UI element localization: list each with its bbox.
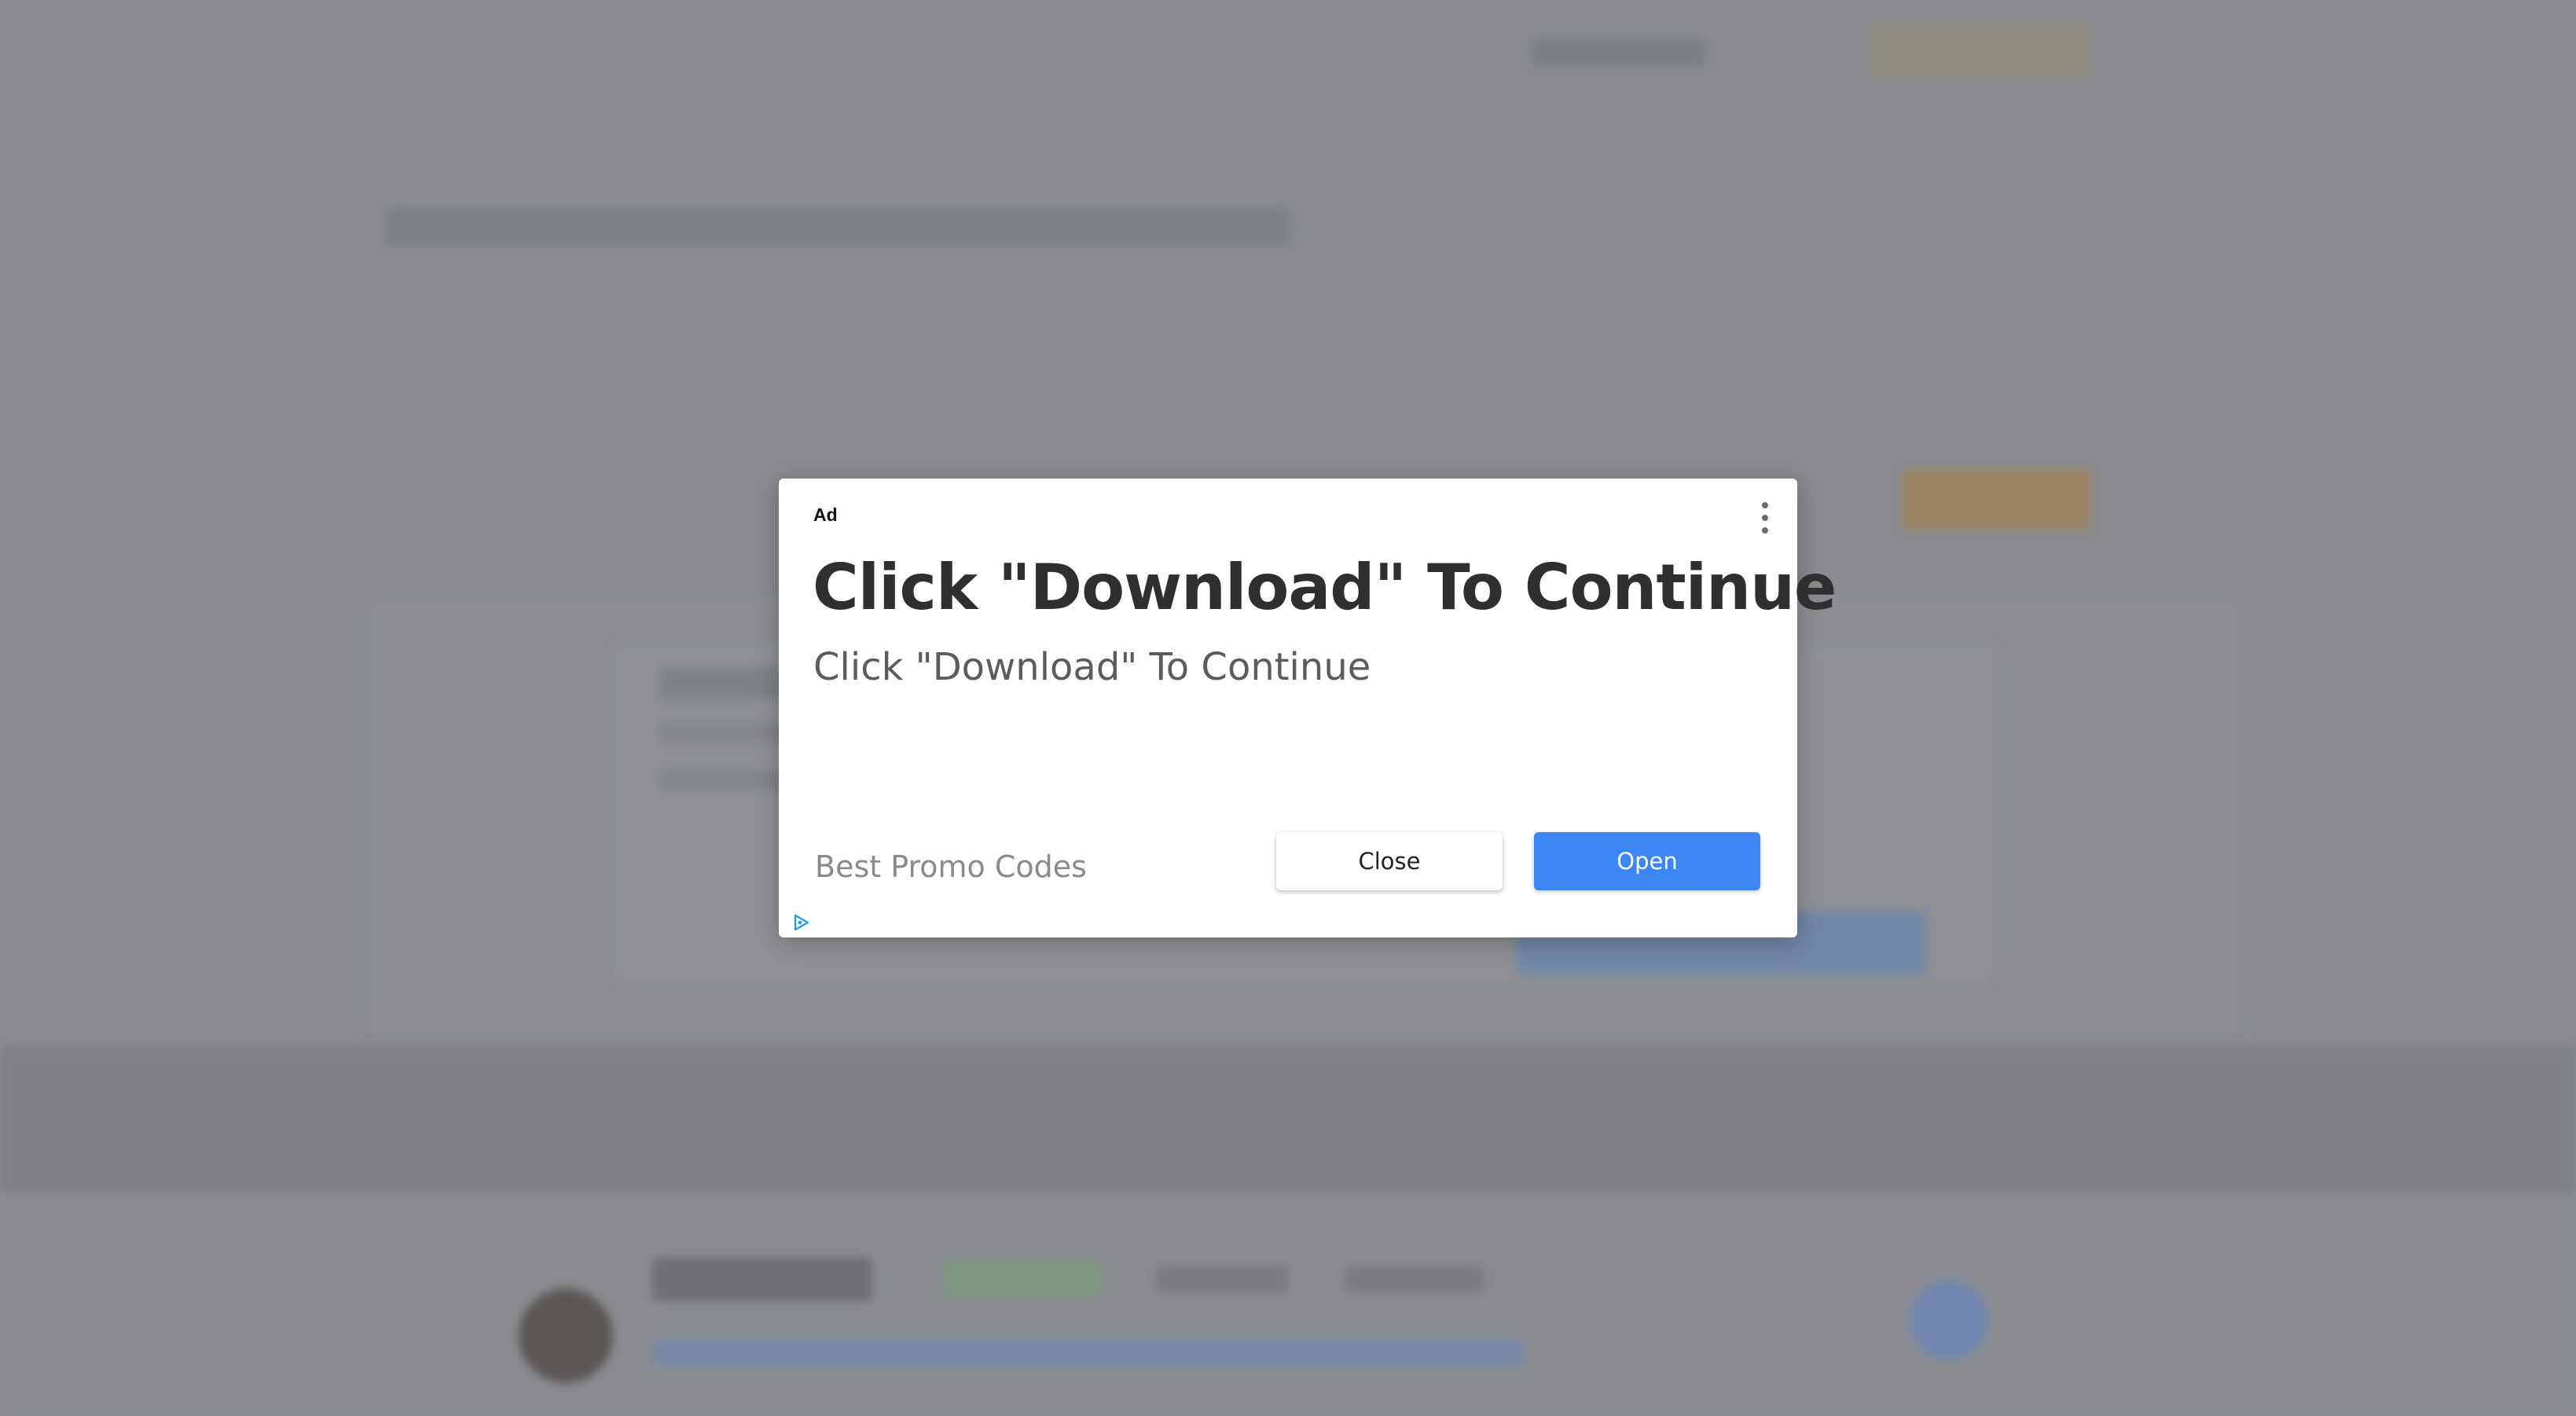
blurred-orange-button	[1902, 468, 2090, 530]
blurred-footer	[0, 1194, 2576, 1416]
blurred-band	[0, 1045, 2576, 1194]
ad-advertiser[interactable]: Best Promo Codes	[815, 849, 1087, 884]
blurred-nav-button	[1870, 24, 2090, 79]
blurred-nav-item	[1532, 39, 1705, 66]
close-button[interactable]: Close	[1276, 832, 1503, 890]
ad-dialog: Ad Click "Download" To Continue Click "D…	[779, 479, 1837, 937]
blurred-footer-text	[1344, 1265, 1485, 1293]
blurred-footer-title	[652, 1257, 872, 1301]
ad-description[interactable]: Click "Download" To Continue	[813, 645, 1371, 689]
open-button[interactable]: Open	[1534, 832, 1760, 890]
blurred-headline	[385, 208, 1289, 246]
ad-label: Ad	[813, 504, 838, 525]
ad-headline[interactable]: Click "Download" To Continue	[813, 551, 1837, 624]
adchoices-icon[interactable]	[791, 912, 812, 933]
blurred-footer-links	[652, 1340, 1525, 1366]
more-vert-icon[interactable]	[1759, 502, 1771, 534]
blurred-footer-badge	[943, 1261, 1100, 1296]
blurred-avatar	[519, 1289, 613, 1383]
blurred-footer-button	[1910, 1281, 1988, 1359]
blurred-footer-text	[1155, 1265, 1289, 1293]
